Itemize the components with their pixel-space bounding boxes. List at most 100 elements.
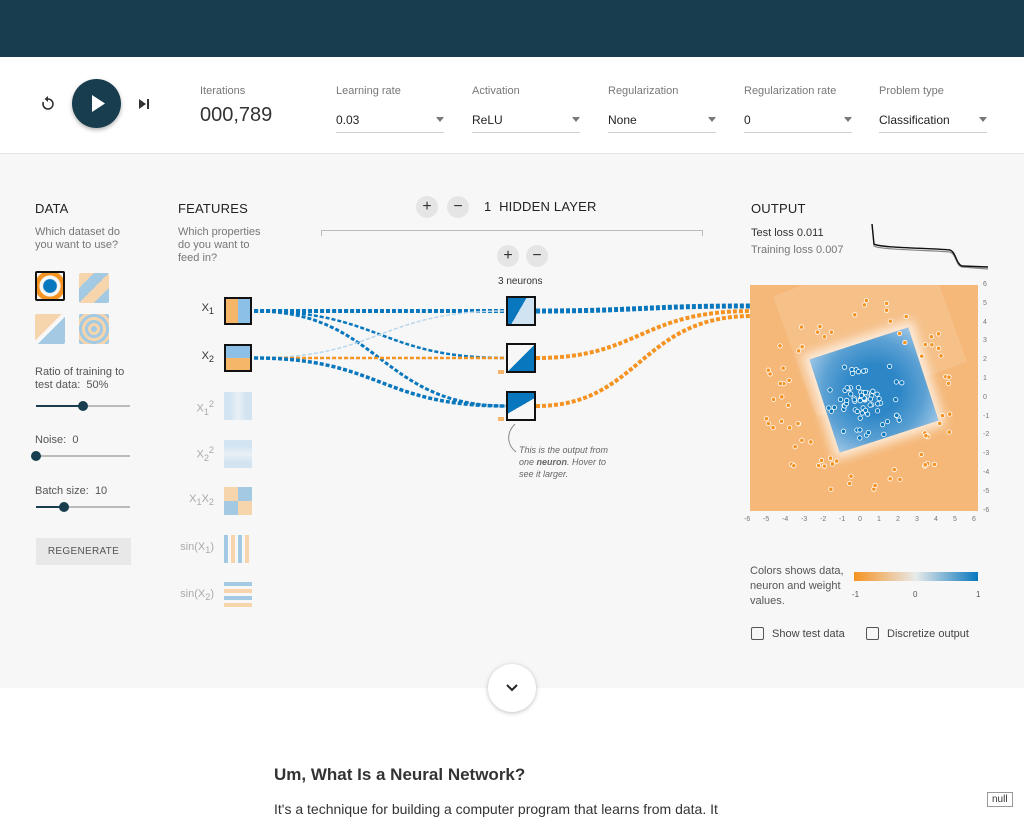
output-heatmap[interactable]: [750, 285, 978, 511]
test-loss: Test loss 0.011: [751, 227, 824, 240]
x-tick-label: -4: [782, 516, 789, 523]
chevron-down-icon: [572, 117, 580, 122]
data-point: [899, 380, 905, 386]
data-point: [897, 476, 903, 483]
discretize-output-checkbox[interactable]: Discretize output: [866, 627, 969, 640]
data-point: [867, 402, 873, 408]
data-point: [763, 415, 770, 422]
training-loss: Training loss 0.007: [751, 244, 844, 257]
y-tick-label: -3: [983, 450, 990, 458]
data-point: [902, 339, 908, 346]
data-point: [922, 341, 928, 348]
neuron-3[interactable]: [506, 391, 536, 421]
y-tick-label: 6: [983, 281, 987, 288]
data-point: [874, 408, 881, 414]
data-point: [874, 391, 880, 397]
chevron-down-icon: [844, 117, 852, 122]
data-point: [945, 380, 952, 386]
y-tick-label: 3: [983, 337, 987, 345]
learning-rate-label: Learning rate: [336, 85, 401, 97]
link-n3-out[interactable]: [535, 314, 753, 408]
data-point: [795, 420, 801, 427]
show-test-data-checkbox[interactable]: Show test data: [751, 627, 845, 640]
data-point: [858, 392, 865, 399]
problem-type-value: Classification: [879, 113, 950, 127]
iterations-value: 000,789: [200, 104, 273, 126]
data-point: [844, 397, 850, 403]
data-point: [887, 318, 893, 324]
show-test-label: Show test data: [772, 627, 845, 640]
y-tick-label: -2: [983, 431, 990, 439]
data-point: [779, 394, 785, 400]
neuron-2[interactable]: [506, 343, 536, 373]
data-point: [815, 329, 821, 335]
data-point: [847, 480, 853, 487]
discretize-label: Discretize output: [887, 627, 969, 640]
data-point: [770, 396, 777, 402]
data-point: [808, 439, 814, 445]
data-point: [765, 367, 771, 373]
data-point: [848, 391, 854, 397]
null-badge: null: [987, 792, 1013, 807]
play-icon: [92, 95, 105, 112]
checkbox-icon[interactable]: [751, 627, 764, 640]
data-point: [857, 427, 863, 433]
loss-curve-test: [871, 224, 989, 268]
regularization-rate-label: Regularization rate: [744, 85, 837, 97]
data-point: [936, 345, 942, 351]
chevron-down-icon: [506, 684, 518, 692]
y-tick-label: -1: [983, 412, 990, 420]
y-tick-label: -6: [983, 506, 990, 514]
link-n1-out[interactable]: [535, 303, 753, 314]
playground: DATA Which dataset do you want to use? R…: [0, 154, 1024, 688]
data-point: [816, 462, 822, 469]
learning-rate-select[interactable]: Learning rate 0.03: [336, 85, 444, 133]
data-point: [828, 329, 835, 335]
data-point: [857, 415, 863, 421]
link-x2-n3[interactable]: [253, 356, 507, 408]
data-point: [862, 389, 869, 396]
y-tick-label: -4: [983, 469, 990, 476]
data-point: [887, 476, 893, 482]
x-tick-label: -6: [744, 516, 751, 523]
data-point: [821, 334, 828, 340]
data-point: [828, 486, 834, 492]
data-point: [872, 482, 878, 488]
data-point: [896, 417, 902, 423]
y-tick-label: 1: [983, 375, 987, 382]
reset-icon: [42, 96, 54, 110]
data-point: [919, 353, 925, 359]
data-point: [937, 420, 943, 427]
data-point: [946, 374, 952, 380]
data-point: [867, 396, 874, 402]
data-point: [939, 413, 946, 419]
article-text: It's a technique for building a computer…: [274, 801, 718, 817]
data-point: [875, 401, 881, 407]
data-point: [861, 302, 867, 308]
legend-tick-neg: -1: [852, 590, 860, 599]
y-tick-label: 2: [983, 356, 987, 364]
x-tick-label: 1: [877, 516, 881, 523]
scroll-down-button[interactable]: [488, 664, 536, 712]
data-point: [817, 323, 823, 330]
neuron-1[interactable]: [506, 296, 536, 326]
play-button[interactable]: [72, 79, 121, 128]
problem-type-label: Problem type: [879, 85, 944, 97]
data-point: [786, 377, 792, 383]
checkbox-icon[interactable]: [866, 627, 879, 640]
x-tick-label: -3: [801, 516, 808, 523]
data-point: [848, 473, 854, 479]
regularization-label: Regularization: [608, 85, 679, 97]
activation-select[interactable]: Activation ReLU: [472, 85, 580, 133]
link-x2-n1[interactable]: [253, 310, 507, 359]
problem-type-select[interactable]: Problem type Classification: [879, 85, 987, 133]
regularization-select[interactable]: Regularization None: [608, 85, 716, 133]
step-button[interactable]: [134, 94, 154, 114]
data-point: [894, 412, 900, 418]
regularization-rate-select[interactable]: Regularization rate 0: [744, 85, 852, 133]
data-point: [893, 397, 899, 403]
header-bar: [0, 0, 1024, 57]
x-tick-label: 6: [972, 516, 976, 523]
data-point: [826, 405, 832, 411]
reset-button[interactable]: [38, 94, 58, 114]
